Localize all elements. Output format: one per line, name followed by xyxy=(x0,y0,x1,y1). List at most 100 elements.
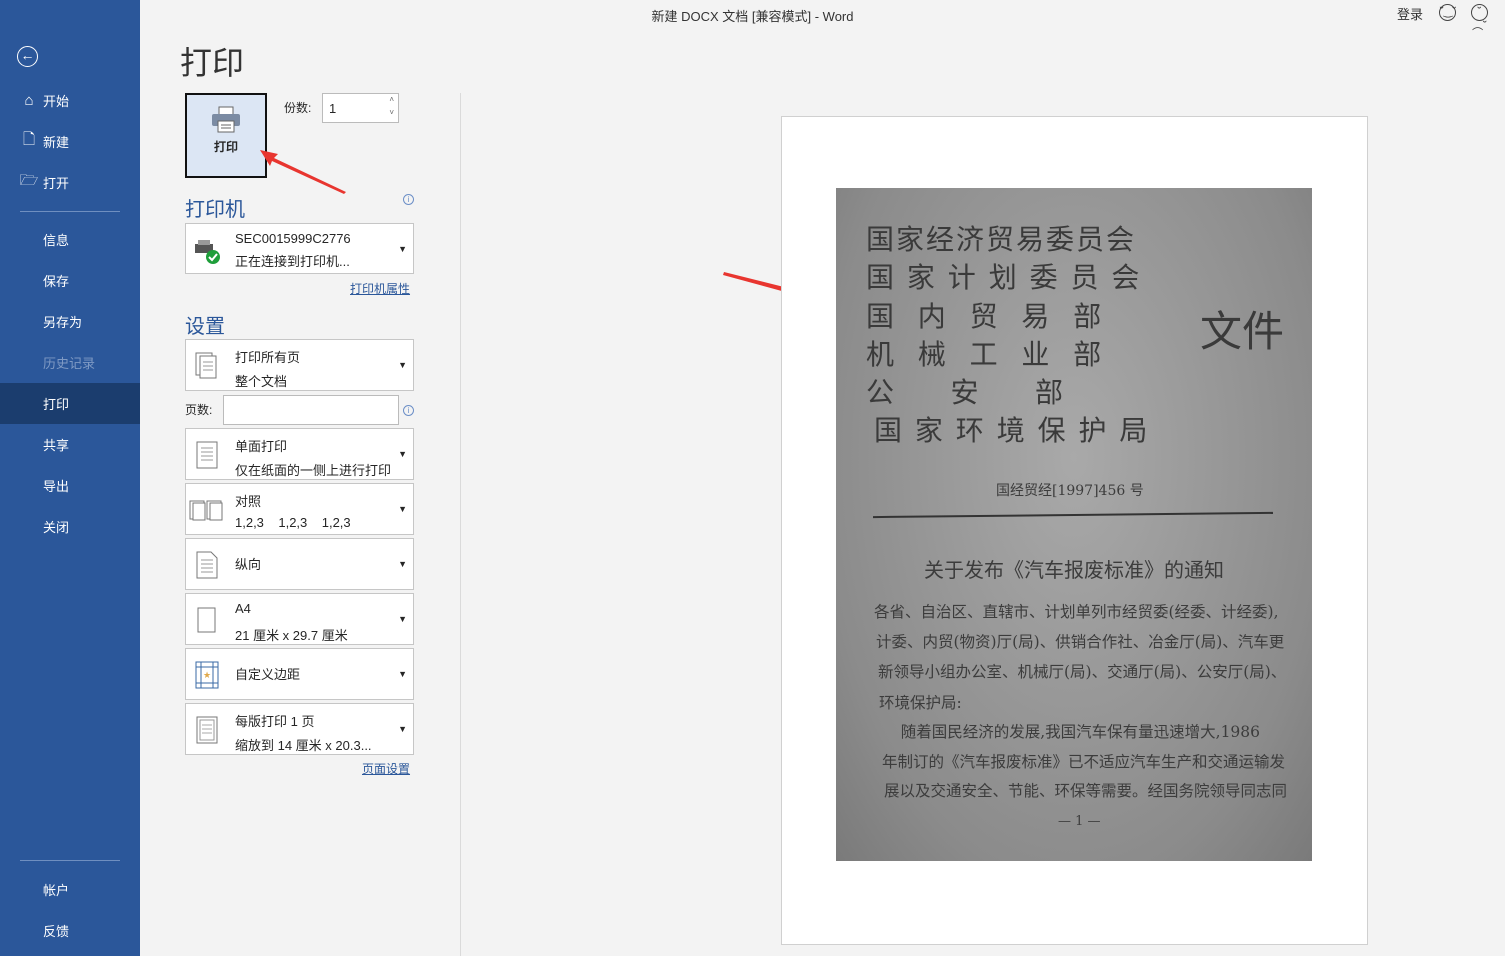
sidebar-item-save-as[interactable]: 另存为 xyxy=(0,301,140,342)
doc-header-line: 国家经济贸易委员会 xyxy=(866,223,1137,256)
sidebar-item-export[interactable]: 导出 xyxy=(0,465,140,506)
doc-body-line: 计委、内贸(物资)厅(局)、供销合作社、冶金厅(局)、汽车更 xyxy=(876,633,1285,651)
stepper-down-icon[interactable]: ˅ xyxy=(389,108,394,117)
sidebar-item-home[interactable]: ⌂ 开始 xyxy=(0,80,140,121)
new-document-icon: 🗋 xyxy=(22,131,36,148)
sides-dropdown[interactable]: 单面打印仅在纸面的一侧上进行打印 ▼ xyxy=(185,428,414,480)
setting-label: 对照 xyxy=(235,494,262,509)
divider xyxy=(460,93,461,956)
page-per-sheet-icon xyxy=(196,716,218,744)
print-range-dropdown[interactable]: 打印所有页整个文档 ▼ xyxy=(185,339,414,391)
sidebar-item-label: 信息 xyxy=(43,233,70,248)
chevron-down-icon: ▼ xyxy=(398,724,407,734)
doc-header-line: 国 家 计 划 委 员 会 xyxy=(866,261,1142,294)
setting-label: 打印所有页 xyxy=(235,350,301,365)
setting-sublabel: 整个文档 xyxy=(235,374,288,389)
page-setup-link[interactable]: 页面设置 xyxy=(362,760,410,777)
copies-stepper[interactable]: 1 ˄ ˅ xyxy=(322,93,399,123)
doc-body-line: 随着国民经济的发展,我国汽车保有量迅速增大,1986 xyxy=(881,723,1261,741)
chevron-down-icon: ▼ xyxy=(398,449,407,459)
doc-body-line: 各省、自治区、直辖市、计划单列市经贸委(经委、计经委), xyxy=(874,603,1279,621)
doc-header-line: 国 家 环 境 保 护 局 xyxy=(874,414,1150,447)
chevron-down-icon: ▼ xyxy=(398,360,407,370)
sidebar-item-print[interactable]: 打印 xyxy=(0,383,140,424)
setting-sublabel: 仅在纸面的一侧上进行打印 xyxy=(235,463,392,478)
frown-icon[interactable]: ˘︵˘ xyxy=(1471,4,1488,32)
doc-body-line: 新领导小组办公室、机械厅(局)、交通厅(局)、公安厅(局)、 xyxy=(878,663,1287,681)
doc-body-line: 环境保护局: xyxy=(879,694,962,712)
pages-icon xyxy=(195,352,217,379)
chevron-down-icon: ▼ xyxy=(398,614,407,624)
orientation-dropdown[interactable]: 纵向 ▼ xyxy=(185,538,414,590)
setting-sublabel: 1,2,3 1,2,3 1,2,3 xyxy=(235,515,351,530)
divider xyxy=(20,860,120,861)
login-link[interactable]: 登录 xyxy=(1397,4,1423,23)
sidebar-item-new[interactable]: 🗋 新建 xyxy=(0,121,140,162)
back-icon[interactable]: ← xyxy=(17,46,38,67)
sidebar-item-close[interactable]: 关闭 xyxy=(0,506,140,547)
scanned-document-image: 国家经济贸易委员会 国 家 计 划 委 员 会 国 内 贸 易 部 机 械 工 … xyxy=(836,188,1312,861)
pages-per-sheet-dropdown[interactable]: 每版打印 1 页缩放到 14 厘米 x 20.3... ▼ xyxy=(185,703,414,755)
sidebar-item-history: 历史记录 xyxy=(0,342,140,383)
printer-heading: 打印机 xyxy=(185,199,245,221)
sidebar-item-label: 共享 xyxy=(43,438,70,453)
chevron-down-icon: ▼ xyxy=(398,244,407,254)
doc-wenjian: 文件 xyxy=(1200,307,1285,356)
paper-icon xyxy=(197,607,216,633)
doc-title: 关于发布《汽车报废标准》的通知 xyxy=(924,558,1224,582)
open-folder-icon: 🗁 xyxy=(19,172,39,189)
pages-input[interactable] xyxy=(223,395,399,425)
printer-ready-icon xyxy=(195,240,220,264)
sidebar-item-label: 反馈 xyxy=(43,924,70,939)
chevron-down-icon: ▼ xyxy=(398,504,407,514)
sidebar-item-account[interactable]: 帐户 xyxy=(0,869,140,910)
sidebar-item-label: 帐户 xyxy=(43,883,70,898)
chevron-down-icon: ▼ xyxy=(398,559,407,569)
home-icon: ⌂ xyxy=(24,92,34,109)
sidebar-item-label: 打印 xyxy=(43,397,70,412)
chevron-down-icon: ▼ xyxy=(398,669,407,679)
sidebar-item-share[interactable]: 共享 xyxy=(0,424,140,465)
sidebar-item-info[interactable]: 信息 xyxy=(0,219,140,260)
printer-properties-link[interactable]: 打印机属性 xyxy=(350,280,410,297)
sidebar-item-label: 新建 xyxy=(43,135,70,150)
print-button-label: 打印 xyxy=(213,140,238,154)
setting-label: 单面打印 xyxy=(235,439,288,454)
setting-label: 纵向 xyxy=(235,557,262,572)
printer-name: SEC0015999C2776 xyxy=(235,231,351,246)
portrait-icon xyxy=(196,551,218,579)
doc-header-line: 国 内 贸 易 部 xyxy=(866,300,1104,333)
info-icon[interactable]: i xyxy=(403,405,414,416)
sidebar-item-label: 开始 xyxy=(43,94,70,109)
printer-dropdown[interactable]: SEC0015999C2776 正在连接到打印机... ▼ xyxy=(185,223,414,274)
sidebar-item-feedback[interactable]: 反馈 xyxy=(0,910,140,951)
doc-rule xyxy=(873,511,1273,519)
setting-label: 每版打印 1 页 xyxy=(235,714,315,729)
sidebar: ← ⌂ 开始 🗋 新建 🗁 打开 信息 保存 另存为 历史记录 打印 共享 导出 关闭… xyxy=(0,0,140,956)
setting-sublabel: 21 厘米 x 29.7 厘米 xyxy=(235,628,348,643)
page-title: 打印 xyxy=(180,45,245,81)
sidebar-item-label: 打开 xyxy=(43,176,70,191)
settings-heading: 设置 xyxy=(185,316,225,338)
sidebar-item-label: 关闭 xyxy=(43,520,70,535)
printer-status: 正在连接到打印机... xyxy=(235,254,350,269)
sidebar-item-label: 保存 xyxy=(43,274,70,289)
doc-header-line: 机 械 工 业 部 xyxy=(866,338,1104,371)
collation-dropdown[interactable]: 对照 1,2,3 1,2,3 1,2,3 ▼ xyxy=(185,483,414,535)
one-sided-icon xyxy=(196,441,218,469)
sidebar-item-open[interactable]: 🗁 打开 xyxy=(0,162,140,203)
stepper-up-icon[interactable]: ˄ xyxy=(389,95,394,104)
print-button[interactable]: 打印 xyxy=(185,93,267,178)
copies-label: 份数: xyxy=(284,101,312,115)
doc-number: 国经贸经[1997]456 号 xyxy=(996,483,1144,499)
svg-text:★: ★ xyxy=(203,670,211,680)
sidebar-item-label: 导出 xyxy=(43,479,70,494)
margins-dropdown[interactable]: ★ 自定义边距 ▼ xyxy=(185,648,414,700)
copies-value[interactable]: 1 xyxy=(329,101,336,116)
doc-body-line: 年制订的《汽车报废标准》已不适应汽车生产和交通运输发 xyxy=(882,753,1286,771)
paper-size-dropdown[interactable]: A4 21 厘米 x 29.7 厘米 ▼ xyxy=(185,593,414,645)
info-icon[interactable]: i xyxy=(403,194,414,205)
sidebar-item-label: 另存为 xyxy=(43,315,83,330)
smile-icon[interactable]: ˘‿˘ xyxy=(1439,4,1456,21)
sidebar-item-save[interactable]: 保存 xyxy=(0,260,140,301)
